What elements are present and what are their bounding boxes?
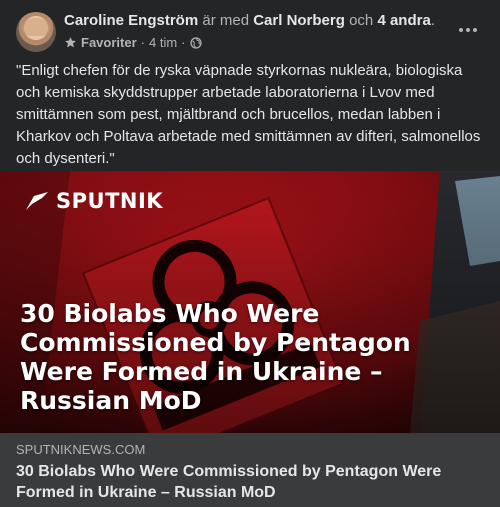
logo-text: SPUTNIK: [56, 189, 164, 213]
more-options-button[interactable]: [454, 16, 482, 44]
meta-separator: ·: [140, 35, 145, 50]
more-dot: [466, 28, 470, 32]
author-name[interactable]: Caroline Engström: [64, 12, 198, 29]
author-avatar[interactable]: [16, 12, 56, 52]
link-image[interactable]: SPUTNIK 30 Biolabs Who Were Commissioned…: [0, 171, 500, 433]
more-options-icon: [459, 28, 463, 32]
globe-icon[interactable]: [189, 36, 202, 49]
with-text: är med: [202, 12, 250, 29]
more-dot: [473, 28, 477, 32]
star-icon: [65, 37, 76, 48]
feed-post: Caroline Engström är med Carl Norberg oc…: [0, 0, 500, 507]
meta-separator-2: ·: [181, 35, 186, 50]
post-header: Caroline Engström är med Carl Norberg oc…: [0, 0, 500, 60]
image-headline: 30 Biolabs Who Were Commissioned by Pent…: [20, 299, 411, 415]
and-text: och: [349, 12, 374, 29]
period: .: [430, 12, 435, 29]
post-meta: Favoriter · 4 tim ·: [64, 35, 202, 50]
favorites-label[interactable]: Favoriter: [81, 35, 137, 50]
sputnik-logo: SPUTNIK: [24, 189, 163, 213]
sputnik-logo-icon: [26, 192, 48, 210]
author-line: Caroline Engström är med Carl Norberg oc…: [64, 12, 435, 29]
tagged-person[interactable]: Carl Norberg: [253, 12, 345, 29]
post-time[interactable]: 4 tim: [149, 35, 177, 50]
tagged-others[interactable]: 4 andra: [377, 12, 430, 29]
post-body-text: "Enligt chefen för de ryska väpnade styr…: [16, 62, 481, 167]
link-preview[interactable]: SPUTNIKNEWS.COM 30 Biolabs Who Were Comm…: [0, 433, 500, 507]
link-title[interactable]: 30 Biolabs Who Were Commissioned by Pent…: [16, 461, 486, 503]
link-domain: SPUTNIKNEWS.COM: [16, 442, 146, 457]
